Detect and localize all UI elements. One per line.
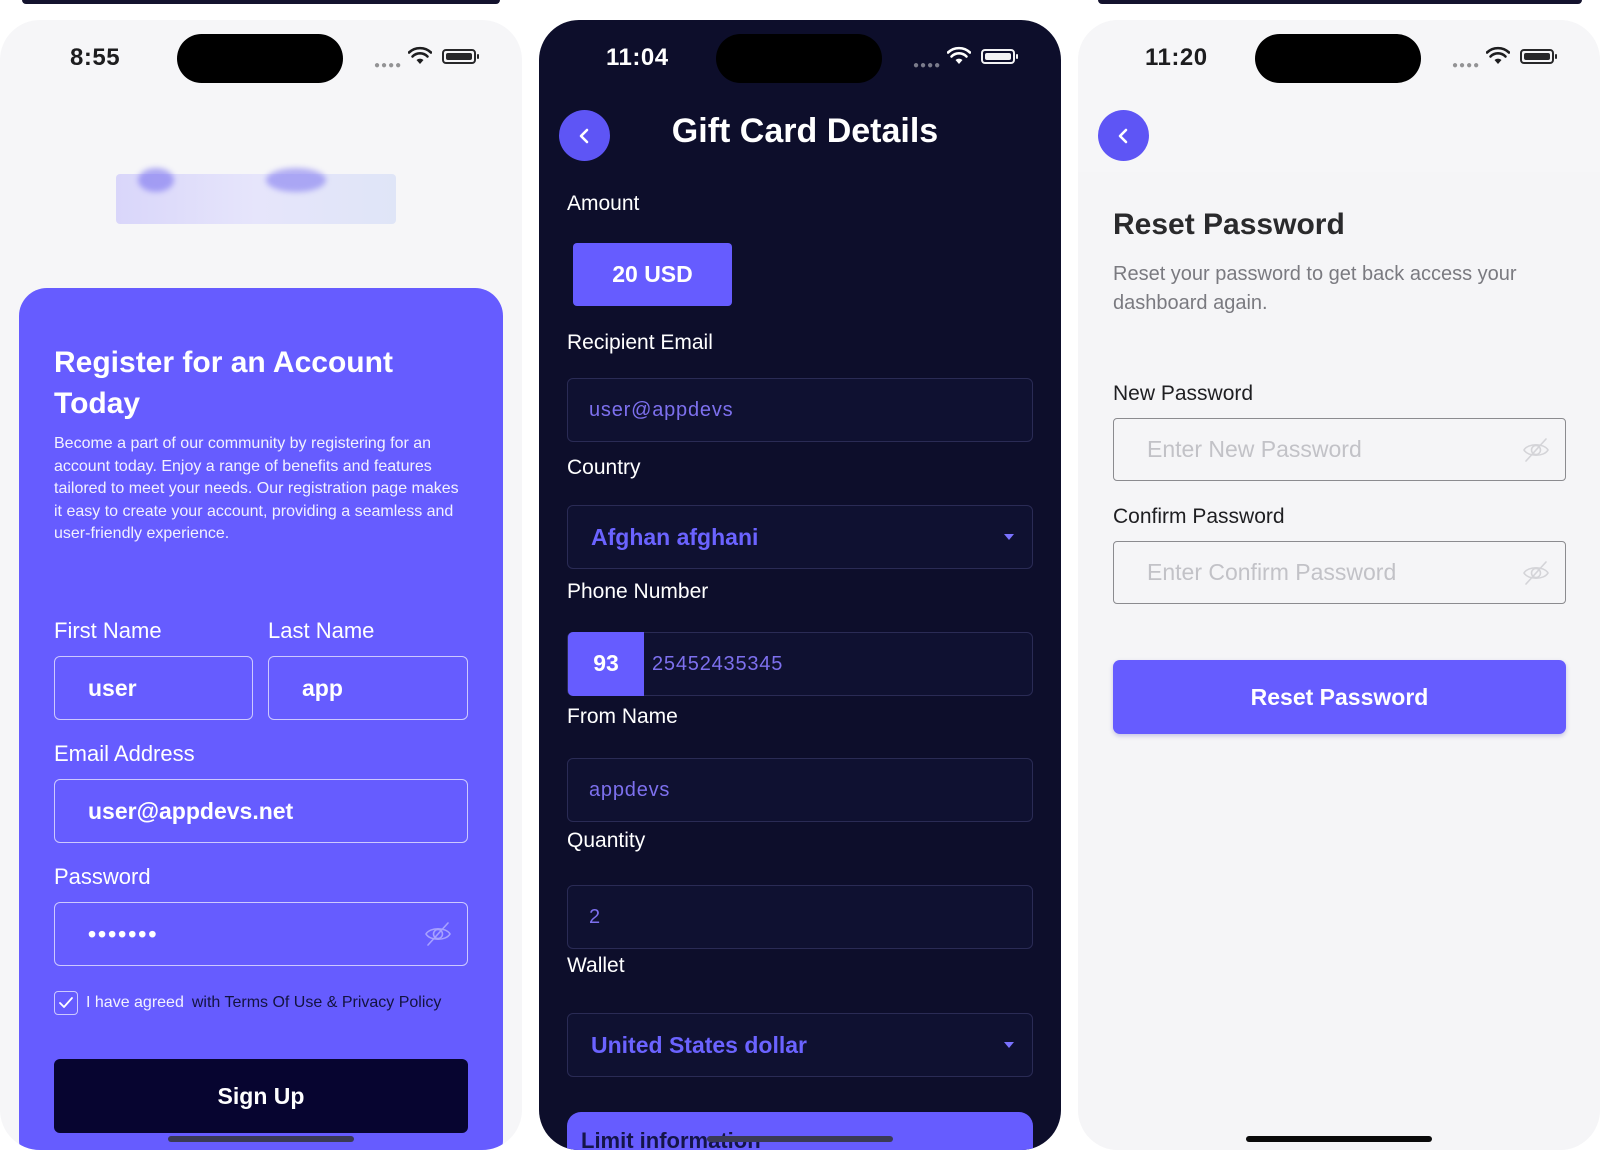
previous-screen-edge [1098, 0, 1582, 4]
email-field[interactable]: user@appdevs.net [54, 779, 468, 843]
phone-field[interactable]: 93 25452435345 [567, 631, 1033, 696]
status-time: 11:04 [606, 44, 669, 71]
chevron-left-icon [1118, 128, 1127, 143]
confirm-password-label: Confirm Password [1113, 505, 1285, 528]
terms-agreement: I have agreed with Terms Of Use & Privac… [54, 991, 441, 1015]
amount-label: Amount [567, 192, 640, 215]
sign-up-button[interactable]: Sign Up [54, 1059, 468, 1133]
register-screen: 8:55 ●●●● Register for an Account Today … [0, 20, 522, 1150]
from-name-field[interactable]: appdevs [567, 758, 1033, 822]
status-bar: 11:20 ●●●● [1078, 20, 1600, 100]
dynamic-island [716, 34, 882, 83]
eye-slash-icon[interactable] [1521, 435, 1551, 465]
country-label: Country [567, 456, 641, 479]
screenshot-collage: 8:55 ●●●● Register for an Account Today … [0, 0, 1600, 1156]
limit-information-button[interactable]: Limit information [567, 1112, 1033, 1150]
quantity-label: Quantity [567, 829, 646, 852]
new-password-placeholder: Enter New Password [1147, 436, 1362, 462]
status-time: 11:20 [1145, 44, 1208, 71]
signal-icon: ●●●● [1452, 60, 1481, 71]
eye-slash-icon[interactable] [1521, 558, 1551, 588]
first-name-label: First Name [54, 618, 162, 643]
dropdown-caret-icon [1004, 534, 1014, 540]
recipient-email-label: Recipient Email [567, 331, 713, 354]
new-password-field[interactable]: Enter New Password [1113, 418, 1566, 481]
home-indicator [168, 1136, 354, 1142]
battery-icon [981, 49, 1018, 64]
email-label: Email Address [54, 741, 195, 766]
recipient-email-value: user@appdevs [589, 398, 734, 421]
page-description: Reset your password to get back access y… [1113, 263, 1517, 314]
first-name-field[interactable]: user [54, 656, 253, 720]
page-title: Gift Card Details [671, 112, 939, 150]
first-name-value: user [88, 674, 137, 701]
status-time: 8:55 [70, 44, 121, 71]
country-select[interactable]: Afghan afghani [567, 505, 1033, 569]
agree-checkbox[interactable] [54, 991, 78, 1015]
password-label: Password [54, 864, 151, 889]
country-code-box[interactable]: 93 [568, 631, 644, 696]
confirm-password-placeholder: Enter Confirm Password [1147, 559, 1397, 585]
battery-icon [1520, 49, 1557, 64]
quantity-field[interactable]: 2 [567, 885, 1033, 949]
wifi-icon [947, 46, 971, 64]
wallet-label: Wallet [567, 954, 625, 977]
wifi-icon [1486, 46, 1510, 64]
status-bar: 8:55 ●●●● [0, 20, 522, 100]
signal-icon: ●●●● [374, 60, 403, 71]
phone-label: Phone Number [567, 580, 709, 603]
app-logo-blurred [116, 174, 396, 224]
status-bar: 11:04 ●●●● [539, 20, 1061, 100]
terms-link[interactable]: with Terms Of Use & Privacy Policy [192, 994, 442, 1012]
country-value: Afghan afghani [591, 523, 759, 550]
previous-screen-edge [22, 0, 500, 4]
from-name-value: appdevs [589, 778, 671, 801]
reset-password-screen: 11:20 ●●●● Reset Password Reset your pas… [1078, 20, 1600, 1150]
wallet-select[interactable]: United States dollar [567, 1013, 1033, 1077]
battery-icon [442, 49, 479, 64]
from-name-label: From Name [567, 705, 678, 728]
last-name-field[interactable]: app [268, 656, 468, 720]
register-title: Register for an Account Today [54, 346, 393, 420]
confirm-password-field[interactable]: Enter Confirm Password [1113, 541, 1566, 604]
dropdown-caret-icon [1004, 1042, 1014, 1048]
dynamic-island [1255, 34, 1421, 83]
gift-card-screen: 11:04 ●●●● Gift Card Details Amount 20 U… [539, 20, 1061, 1150]
home-indicator [1246, 1136, 1432, 1142]
wallet-value: United States dollar [591, 1031, 807, 1058]
eye-slash-icon[interactable] [423, 919, 453, 949]
amount-option-button[interactable]: 20 USD [573, 243, 732, 306]
back-button[interactable] [1098, 110, 1149, 161]
new-password-label: New Password [1113, 382, 1254, 405]
agree-text: I have agreed [86, 994, 184, 1011]
check-icon [59, 997, 73, 1008]
quantity-value: 2 [589, 905, 601, 928]
email-value: user@appdevs.net [88, 797, 294, 824]
signal-icon: ●●●● [913, 60, 942, 71]
reset-password-button[interactable]: Reset Password [1113, 660, 1566, 734]
last-name-label: Last Name [268, 618, 375, 643]
register-card: Register for an Account Today Become a p… [19, 288, 503, 1150]
dynamic-island [177, 34, 343, 83]
last-name-value: app [302, 674, 343, 701]
recipient-email-field[interactable]: user@appdevs [567, 378, 1033, 442]
wifi-icon [408, 46, 432, 64]
phone-value: 25452435345 [652, 652, 784, 675]
password-value: ••••••• [88, 920, 159, 947]
home-indicator [707, 1136, 893, 1142]
page-title: Reset Password [1113, 208, 1345, 241]
password-field[interactable]: ••••••• [54, 902, 468, 966]
register-description: Become a part of our community by regist… [54, 435, 459, 542]
